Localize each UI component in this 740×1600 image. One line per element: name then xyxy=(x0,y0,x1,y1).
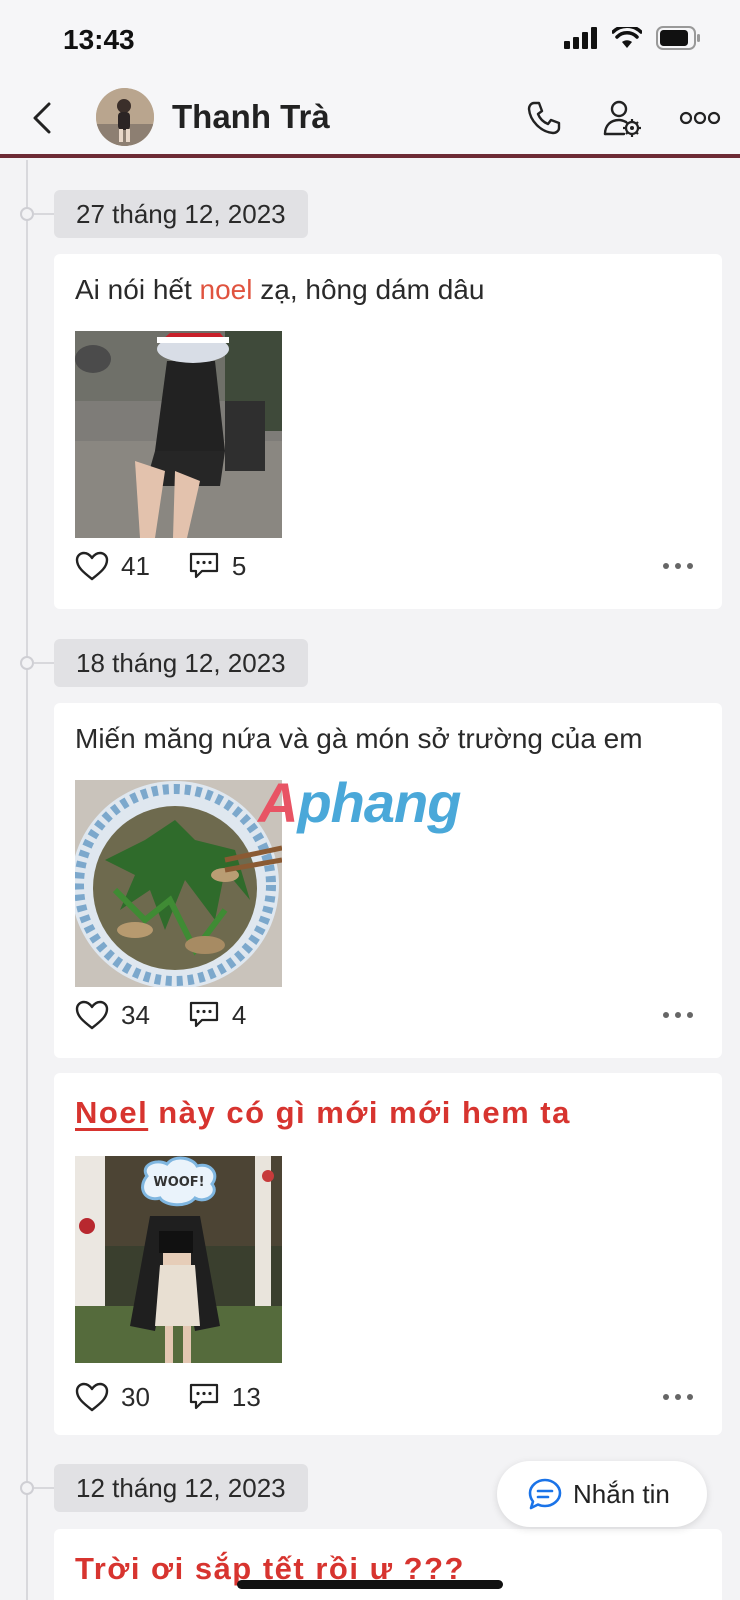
like-count: 41 xyxy=(121,550,150,581)
heart-icon xyxy=(75,1382,109,1412)
date-chip: 27 tháng 12, 2023 xyxy=(54,190,308,238)
timeline-dot xyxy=(20,207,34,221)
post-text: Miến măng nứa và gà món sở trường của em xyxy=(75,723,643,754)
status-bar: 13:43 xyxy=(0,0,740,80)
phone-icon xyxy=(527,101,561,135)
date-chip: 12 tháng 12, 2023 xyxy=(54,1464,308,1512)
more-dots-icon xyxy=(663,1012,693,1018)
like-button[interactable]: 41 xyxy=(75,551,150,582)
message-button[interactable]: Nhắn tin xyxy=(497,1461,707,1527)
post-photo[interactable] xyxy=(75,780,282,987)
post-more-button[interactable] xyxy=(660,1000,696,1030)
comment-button[interactable]: 4 xyxy=(188,1000,246,1031)
like-count: 34 xyxy=(121,999,150,1030)
more-icon xyxy=(679,111,721,125)
post-card[interactable]: Noel này có gì mới mới hem ta WOOF! 30 1… xyxy=(54,1073,722,1435)
home-indicator[interactable] xyxy=(237,1580,503,1589)
timeline-connector xyxy=(34,662,54,664)
post-actions: 34 4 xyxy=(75,995,284,1035)
call-button[interactable] xyxy=(522,96,566,140)
post-text: Noel này có gì mới mới hem ta xyxy=(75,1095,571,1130)
more-dots-icon xyxy=(663,1394,693,1400)
comment-button[interactable]: 13 xyxy=(188,1382,261,1413)
chat-bubble-icon xyxy=(528,1478,562,1510)
date-chip: 18 tháng 12, 2023 xyxy=(54,639,308,687)
avatar[interactable] xyxy=(96,88,154,146)
chevron-left-icon xyxy=(33,102,51,134)
like-count: 30 xyxy=(121,1381,150,1412)
comment-icon xyxy=(189,552,219,579)
timeline-dot xyxy=(20,1481,34,1495)
hashtag-link[interactable]: Noel xyxy=(75,1095,148,1130)
status-time: 13:43 xyxy=(63,24,135,55)
user-settings-icon xyxy=(603,100,641,137)
comment-icon xyxy=(189,1383,219,1410)
timeline-connector xyxy=(34,1487,54,1489)
profile-header: Thanh Trà xyxy=(0,80,740,158)
more-options-button[interactable] xyxy=(678,96,722,140)
heart-icon xyxy=(75,551,109,581)
profile-name[interactable]: Thanh Trà xyxy=(172,98,330,136)
post-card[interactable]: Ai nói hết noel zạ, hông dám dâu 41 5 xyxy=(54,254,722,609)
post-more-button[interactable] xyxy=(660,1382,696,1412)
post-photo[interactable] xyxy=(75,331,282,538)
status-icons xyxy=(564,26,702,50)
watermark-logo: Aphang xyxy=(258,771,461,834)
back-button[interactable] xyxy=(24,98,60,138)
post-text: Ai nói hết noel zạ, hông dám dâu xyxy=(75,274,485,305)
comment-icon xyxy=(189,1001,219,1028)
signal-icon xyxy=(564,27,597,49)
comment-count: 5 xyxy=(231,550,247,581)
post-actions: 41 5 xyxy=(75,546,284,586)
post-photo[interactable]: WOOF! xyxy=(75,1156,282,1363)
timeline-line xyxy=(26,160,28,1600)
profile-settings-button[interactable] xyxy=(600,96,644,140)
more-dots-icon xyxy=(663,563,693,569)
comment-count: 13 xyxy=(231,1381,261,1412)
comment-button[interactable]: 5 xyxy=(188,551,246,582)
heart-icon xyxy=(75,1000,109,1030)
comment-count: 4 xyxy=(231,999,247,1030)
post-card[interactable]: Trời ơi sắp tết rồi ư ??? xyxy=(54,1529,722,1600)
wifi-icon xyxy=(612,27,642,48)
like-button[interactable]: 34 xyxy=(75,1000,150,1031)
sticker-text: WOOF! xyxy=(153,1175,204,1190)
message-button-label: Nhắn tin xyxy=(573,1478,670,1509)
battery-icon xyxy=(656,26,700,50)
post-actions: 30 13 xyxy=(75,1377,299,1417)
post-card[interactable]: Miến măng nứa và gà món sở trường của em… xyxy=(54,703,722,1058)
hashtag-link[interactable]: noel xyxy=(200,274,253,305)
timeline-dot xyxy=(20,656,34,670)
like-button[interactable]: 30 xyxy=(75,1382,150,1413)
timeline-connector xyxy=(34,213,54,215)
post-more-button[interactable] xyxy=(660,551,696,581)
